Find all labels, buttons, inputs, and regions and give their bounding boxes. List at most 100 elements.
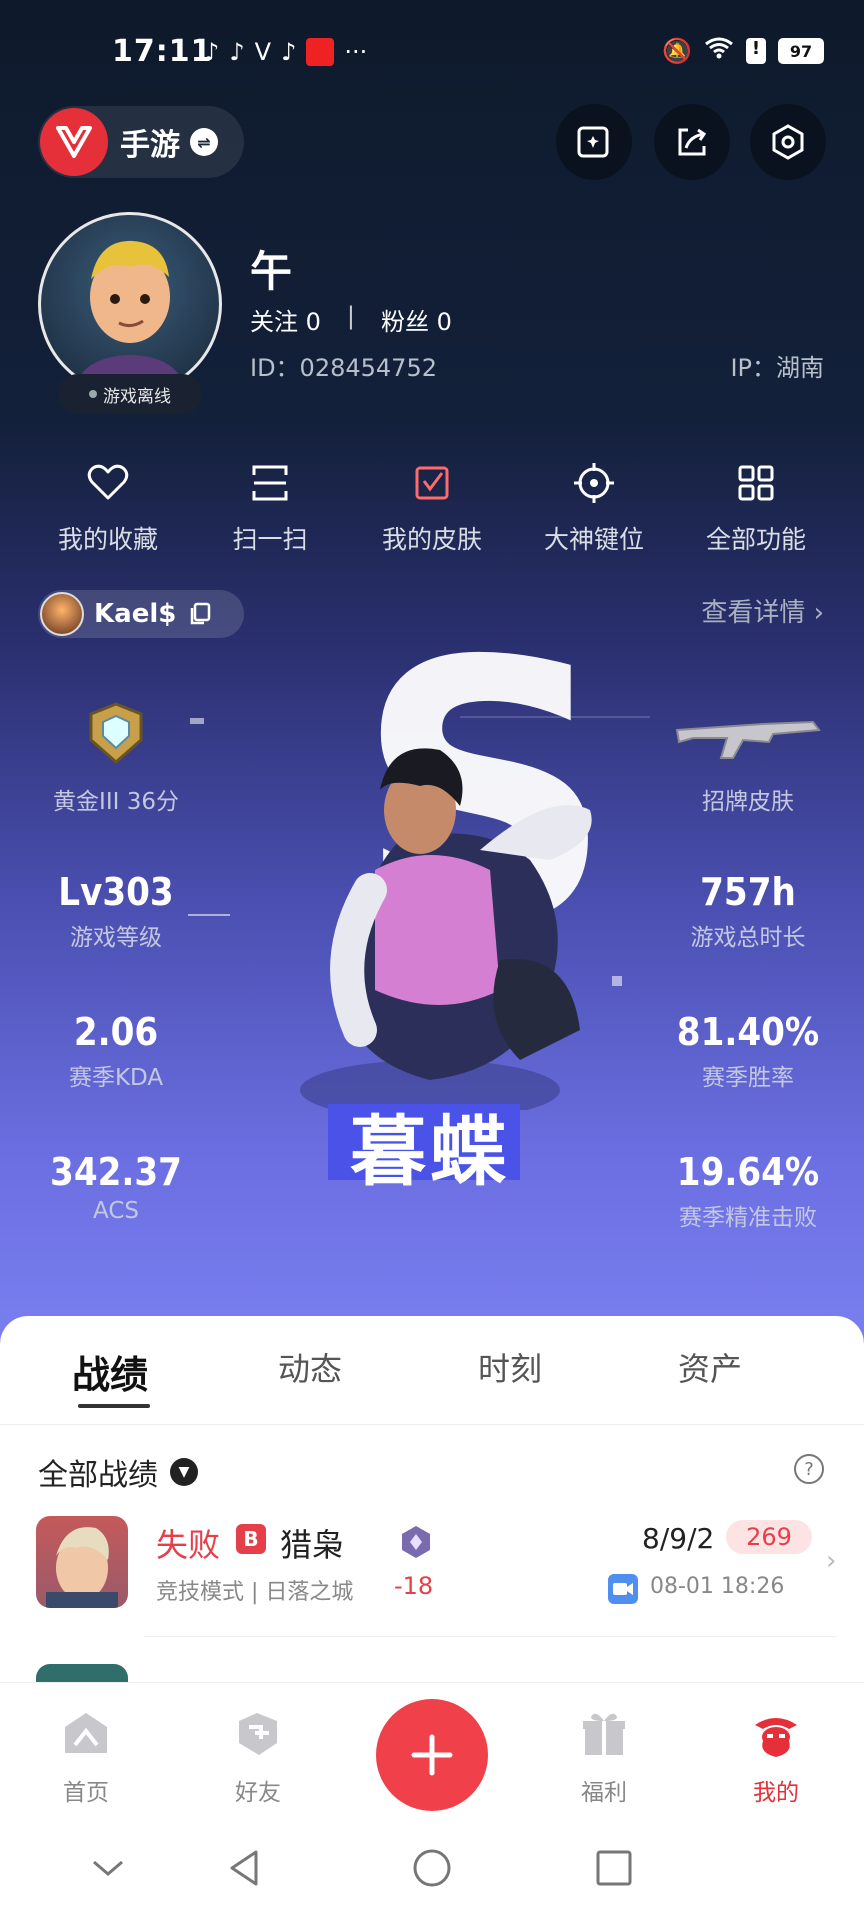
plus-icon bbox=[411, 1734, 453, 1776]
home-icon bbox=[65, 1713, 107, 1753]
match-grade-badge: B bbox=[236, 1524, 266, 1554]
quick-action-label: 扫一扫 bbox=[232, 525, 308, 554]
scan-icon bbox=[247, 460, 293, 506]
quick-action-favorites[interactable]: 我的收藏 bbox=[28, 460, 188, 556]
publish-icon bbox=[577, 126, 609, 158]
valorant-icon: V bbox=[254, 38, 272, 66]
nav-label: 福利 bbox=[581, 1780, 627, 1806]
kda-label: 赛季KDA bbox=[68, 1065, 164, 1091]
recents-icon[interactable] bbox=[592, 1846, 636, 1890]
game-status-text: 游戏离线 bbox=[103, 386, 171, 407]
quick-action-keybinds[interactable]: 大神键位 bbox=[514, 460, 674, 556]
bottom-navigation: 首页 好友 福利 我的 bbox=[0, 1682, 864, 1816]
agent-name: 暮蝶 bbox=[350, 1107, 510, 1196]
settings-icon bbox=[772, 124, 804, 160]
nav-label: 好友 bbox=[235, 1780, 281, 1806]
tiktok-icon: ♪ bbox=[204, 38, 220, 66]
username: 午 bbox=[250, 247, 293, 296]
tab-feed[interactable]: 动态 bbox=[210, 1344, 410, 1399]
home-circle-icon[interactable] bbox=[410, 1846, 454, 1890]
avatar-figure bbox=[78, 240, 182, 393]
level-value: Lv303 bbox=[58, 870, 174, 914]
game-account-avatar bbox=[40, 592, 84, 636]
divider bbox=[0, 1424, 864, 1425]
stat-winrate: 81.40% 赛季胜率 bbox=[648, 1010, 848, 1092]
netease-music-icon bbox=[306, 38, 335, 66]
settings-button[interactable] bbox=[750, 104, 826, 180]
user-id: ID：028454752 bbox=[250, 354, 437, 382]
battery-icon: 97 bbox=[778, 38, 824, 64]
signature-skin-label: 招牌皮肤 bbox=[702, 789, 794, 815]
follow-separator: | bbox=[346, 302, 355, 330]
following-count[interactable]: 关注 0 bbox=[250, 302, 321, 337]
hours-value: 757h bbox=[700, 870, 796, 914]
next-match-portrait bbox=[36, 1664, 128, 1684]
nav-label: 我的 bbox=[753, 1780, 799, 1806]
fans-count[interactable]: 粉丝 0 bbox=[381, 302, 452, 337]
hours-label: 游戏总时长 bbox=[690, 925, 806, 951]
view-details-link[interactable]: 查看详情 › bbox=[701, 592, 824, 629]
match-rank-icon bbox=[402, 1526, 430, 1558]
notification-icons: ♪ ♪ V ♪ ··· bbox=[204, 38, 367, 66]
back-icon[interactable] bbox=[224, 1846, 268, 1890]
kda-value: 2.06 bbox=[73, 1010, 159, 1054]
collapse-icon[interactable] bbox=[86, 1846, 130, 1890]
tiktok-icon: ♪ bbox=[281, 38, 297, 66]
friends-icon bbox=[239, 1713, 277, 1755]
game-account-switcher[interactable]: Kael$ bbox=[38, 590, 244, 638]
tab-assets[interactable]: 资产 bbox=[610, 1344, 810, 1399]
row-divider bbox=[144, 1636, 836, 1637]
quick-actions: 我的收藏 扫一扫 我的皮肤 大神键位 全部功能 bbox=[28, 460, 836, 556]
stat-headshot: 19.64% 赛季精准击败 bbox=[648, 1150, 848, 1232]
wifi-icon bbox=[704, 36, 734, 66]
chevron-right-icon: › bbox=[826, 1546, 837, 1576]
heart-icon bbox=[85, 460, 131, 506]
acs-label: ACS bbox=[93, 1198, 139, 1224]
help-icon[interactable]: ? bbox=[794, 1454, 824, 1484]
quick-action-scan[interactable]: 扫一扫 bbox=[190, 460, 350, 556]
winrate-label: 赛季胜率 bbox=[702, 1065, 794, 1091]
status-dot bbox=[89, 390, 97, 398]
match-result: 失败 bbox=[156, 1526, 221, 1564]
nav-benefits[interactable]: 福利 bbox=[544, 1707, 664, 1807]
more-notifications-icon: ··· bbox=[344, 38, 368, 66]
rank-label: 黄金III 36分 bbox=[53, 789, 179, 815]
records-heading: 全部战绩 bbox=[38, 1458, 158, 1493]
avatar[interactable] bbox=[38, 212, 222, 396]
tiktok-icon: ♪ bbox=[229, 38, 245, 66]
tab-moments[interactable]: 时刻 bbox=[410, 1344, 610, 1399]
match-datetime: 08-01 18:26 bbox=[650, 1574, 785, 1599]
mute-icon: 🔕 bbox=[662, 37, 692, 65]
game-account-name: Kael$ bbox=[94, 599, 177, 629]
agent-artwork bbox=[300, 748, 592, 1110]
nav-friends[interactable]: 好友 bbox=[198, 1707, 318, 1807]
create-post-button[interactable] bbox=[376, 1699, 488, 1811]
match-mode: 竞技模式 | 日落之城 bbox=[156, 1580, 354, 1605]
records-filter[interactable]: 全部战绩 ▼ bbox=[38, 1450, 198, 1494]
copy-icon[interactable] bbox=[188, 602, 212, 626]
share-button[interactable] bbox=[654, 104, 730, 180]
stat-rank[interactable]: 黄金III 36分 bbox=[16, 700, 216, 816]
match-record-row[interactable]: 失败 B 猎枭 竞技模式 | 日落之城 -18 8/9/2 269 08-01 … bbox=[0, 1512, 864, 1632]
match-kda: 8/9/2 bbox=[642, 1522, 715, 1555]
quick-action-skins[interactable]: 我的皮肤 bbox=[352, 460, 512, 556]
crosshair-icon bbox=[571, 460, 617, 506]
game-status-badge: 游戏离线 bbox=[58, 374, 202, 414]
app-name: 手游 bbox=[120, 128, 180, 163]
nav-me[interactable]: 我的 bbox=[716, 1707, 836, 1807]
share-icon bbox=[678, 128, 707, 156]
publish-button[interactable] bbox=[556, 104, 632, 180]
nav-home[interactable]: 首页 bbox=[26, 1707, 146, 1807]
quick-action-all[interactable]: 全部功能 bbox=[676, 460, 836, 556]
status-bar: 17:11 ♪ ♪ V ♪ ··· 🔕 ! 97 bbox=[0, 32, 864, 76]
stat-acs: 342.37 ACS bbox=[16, 1150, 216, 1224]
swap-icon: ⇌ bbox=[190, 128, 218, 156]
stat-signature-skin[interactable]: 招牌皮肤 bbox=[648, 700, 848, 816]
winrate-value: 81.40% bbox=[676, 1010, 820, 1054]
profile-tabs: 战绩 动态 时刻 资产 bbox=[0, 1344, 864, 1399]
match-agent-name: 猎枭 bbox=[280, 1526, 345, 1564]
chevron-down-icon: ▼ bbox=[170, 1458, 198, 1486]
tab-records[interactable]: 战绩 bbox=[10, 1344, 210, 1399]
level-label: 游戏等级 bbox=[70, 925, 162, 951]
app-switcher[interactable]: 手游 ⇌ bbox=[38, 106, 244, 178]
